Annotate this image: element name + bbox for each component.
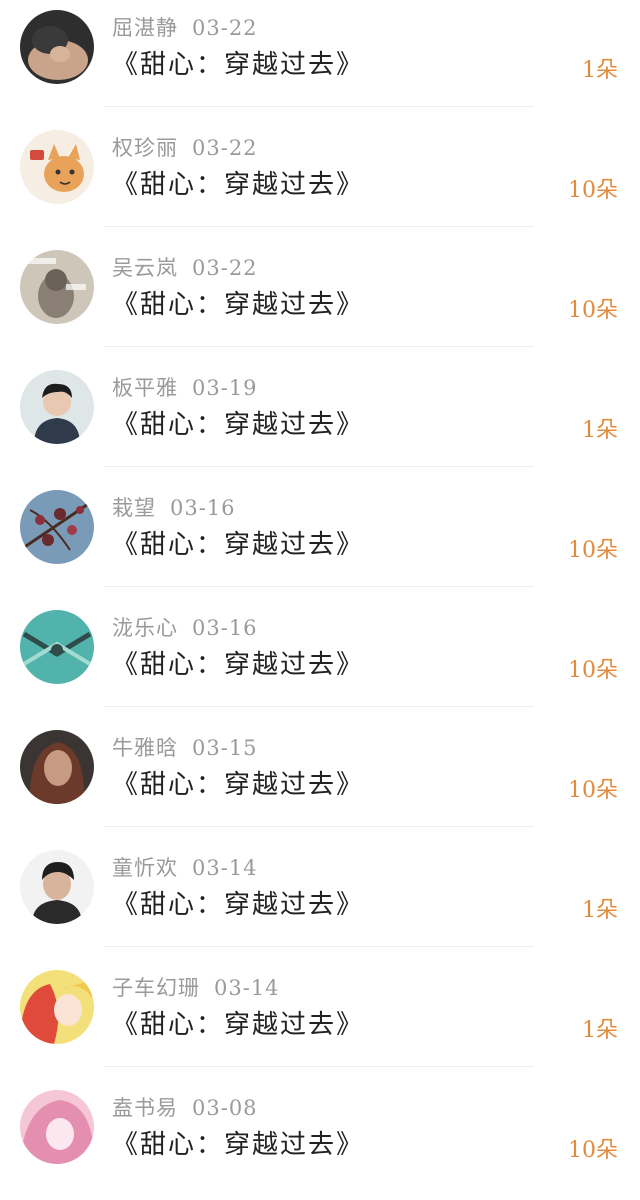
book-title[interactable]: 《甜心：穿越过去》 <box>112 164 364 201</box>
woman-portrait-avatar-icon <box>20 730 94 804</box>
row-divider <box>104 466 534 467</box>
avatar[interactable] <box>20 370 94 444</box>
sender-meta: 盍书易 03-08 <box>112 1092 258 1122</box>
avatar[interactable] <box>20 10 94 84</box>
young-man-avatar-icon <box>20 370 94 444</box>
list-item[interactable]: 盍书易 03-08 《甜心：穿越过去》 10朵 <box>0 1080 640 1200</box>
send-date: 03-14 <box>214 976 280 1000</box>
book-title[interactable]: 《甜心：穿越过去》 <box>112 284 364 321</box>
sender-meta: 子车幻珊 03-14 <box>112 972 280 1002</box>
cartoon-cat-avatar-icon <box>20 130 94 204</box>
send-date: 03-19 <box>192 376 258 400</box>
send-date: 03-15 <box>192 736 258 760</box>
row-divider <box>104 106 534 107</box>
list-item[interactable]: 栽望 03-16 《甜心：穿越过去》 10朵 <box>0 480 640 600</box>
flower-count: 10朵 <box>568 538 618 563</box>
sender-name: 牛雅晗 <box>112 736 178 760</box>
row-divider <box>104 346 534 347</box>
sender-name: 盍书易 <box>112 1096 178 1120</box>
row-divider <box>104 586 534 587</box>
flower-count: 1朵 <box>582 418 618 443</box>
row-divider <box>104 826 534 827</box>
book-title[interactable]: 《甜心：穿越过去》 <box>112 644 364 681</box>
sender-name: 子车幻珊 <box>112 976 200 1000</box>
person-sleeping-avatar-icon <box>20 10 94 84</box>
list-item[interactable]: 泷乐心 03-16 《甜心：穿越过去》 10朵 <box>0 600 640 720</box>
sender-meta: 吴云岚 03-22 <box>112 252 258 282</box>
gift-record-list: 屈湛静 03-22 《甜心：穿越过去》 1朵 权珍丽 03-22 《甜心：穿越过去》… <box>0 0 640 1188</box>
flower-count: 10朵 <box>568 298 618 323</box>
avatar[interactable] <box>20 970 94 1044</box>
row-divider <box>104 946 534 947</box>
sender-name: 权珍丽 <box>112 136 178 160</box>
book-title[interactable]: 《甜心：穿越过去》 <box>112 44 364 81</box>
send-date: 03-16 <box>170 496 236 520</box>
send-date: 03-08 <box>192 1096 258 1120</box>
avatar[interactable] <box>20 1090 94 1164</box>
man-portrait-avatar-icon <box>20 850 94 924</box>
sender-name: 童忻欢 <box>112 856 178 880</box>
avatar[interactable] <box>20 250 94 324</box>
sender-meta: 板平雅 03-19 <box>112 372 258 402</box>
list-item[interactable]: 子车幻珊 03-14 《甜心：穿越过去》 1朵 <box>0 960 640 1080</box>
send-date: 03-22 <box>192 16 258 40</box>
sender-meta: 权珍丽 03-22 <box>112 132 258 162</box>
sender-meta: 童忻欢 03-14 <box>112 852 258 882</box>
flower-count: 1朵 <box>582 898 618 923</box>
sender-meta: 屈湛静 03-22 <box>112 12 258 42</box>
flower-count: 10朵 <box>568 178 618 203</box>
anime-girl-avatar-icon <box>20 970 94 1044</box>
send-date: 03-22 <box>192 256 258 280</box>
book-title[interactable]: 《甜心：穿越过去》 <box>112 1004 364 1041</box>
book-title[interactable]: 《甜心：穿越过去》 <box>112 404 364 441</box>
avatar[interactable] <box>20 130 94 204</box>
sender-name: 泷乐心 <box>112 616 178 640</box>
sender-meta: 栽望 03-16 <box>112 492 236 522</box>
sender-name: 板平雅 <box>112 376 178 400</box>
book-title[interactable]: 《甜心：穿越过去》 <box>112 884 364 921</box>
sender-name: 屈湛静 <box>112 16 178 40</box>
flower-count: 1朵 <box>582 1018 618 1043</box>
send-date: 03-14 <box>192 856 258 880</box>
list-item[interactable]: 吴云岚 03-22 《甜心：穿越过去》 10朵 <box>0 240 640 360</box>
anime-pink-avatar-icon <box>20 1090 94 1164</box>
avatar[interactable] <box>20 850 94 924</box>
list-item[interactable]: 屈湛静 03-22 《甜心：穿越过去》 1朵 <box>0 0 640 120</box>
photo-avatar-icon <box>20 250 94 324</box>
flower-count: 10朵 <box>568 1138 618 1163</box>
avatar[interactable] <box>20 610 94 684</box>
blossom-branch-avatar-icon <box>20 490 94 564</box>
send-date: 03-22 <box>192 136 258 160</box>
book-title[interactable]: 《甜心：穿越过去》 <box>112 1124 364 1161</box>
row-divider <box>104 706 534 707</box>
row-divider <box>104 1066 534 1067</box>
teal-pattern-avatar-icon <box>20 610 94 684</box>
book-title[interactable]: 《甜心：穿越过去》 <box>112 524 364 561</box>
sender-name: 栽望 <box>112 496 156 520</box>
list-item[interactable]: 板平雅 03-19 《甜心：穿越过去》 1朵 <box>0 360 640 480</box>
send-date: 03-16 <box>192 616 258 640</box>
sender-meta: 泷乐心 03-16 <box>112 612 258 642</box>
sender-meta: 牛雅晗 03-15 <box>112 732 258 762</box>
list-item[interactable]: 权珍丽 03-22 《甜心：穿越过去》 10朵 <box>0 120 640 240</box>
flower-count: 10朵 <box>568 778 618 803</box>
sender-name: 吴云岚 <box>112 256 178 280</box>
list-item[interactable]: 童忻欢 03-14 《甜心：穿越过去》 1朵 <box>0 840 640 960</box>
avatar[interactable] <box>20 490 94 564</box>
flower-count: 10朵 <box>568 658 618 683</box>
list-item[interactable]: 牛雅晗 03-15 《甜心：穿越过去》 10朵 <box>0 720 640 840</box>
book-title[interactable]: 《甜心：穿越过去》 <box>112 764 364 801</box>
row-divider <box>104 226 534 227</box>
flower-count: 1朵 <box>582 58 618 83</box>
avatar[interactable] <box>20 730 94 804</box>
